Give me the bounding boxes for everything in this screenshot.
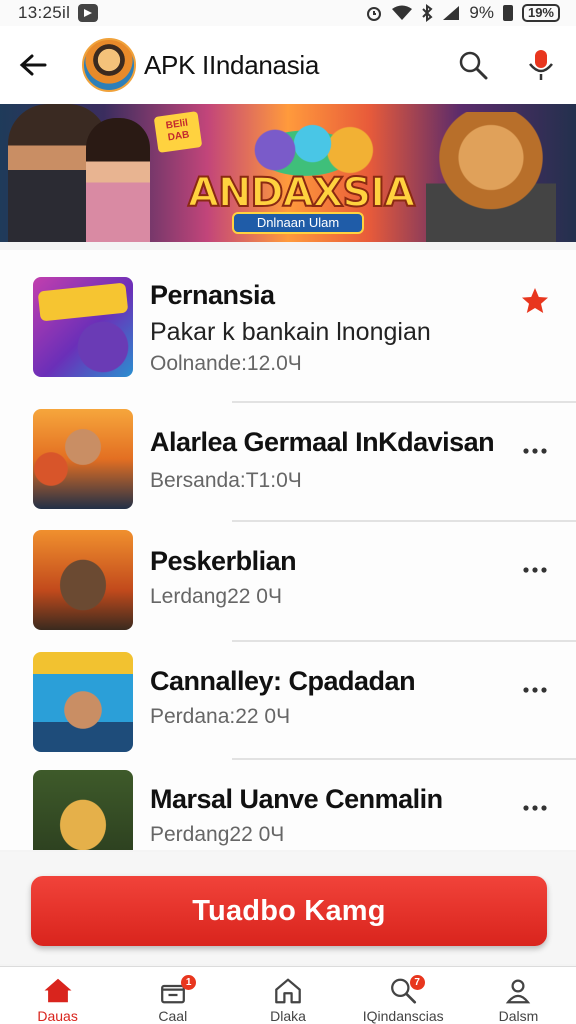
more-options-button[interactable] — [522, 680, 548, 700]
list-item[interactable]: Alarlea Germaal InKdavisan Bersanda:Т1:0… — [0, 403, 576, 522]
app-description: Pakar k bankain lnongian — [150, 318, 431, 346]
app-title: Alarlea Germaal InKdavisan — [150, 427, 495, 457]
app-thumbnail — [33, 409, 133, 509]
search-button[interactable] — [456, 48, 490, 82]
nav-label: Dalsm — [498, 1008, 539, 1024]
nav-badge: 1 — [181, 975, 197, 990]
more-options-button[interactable] — [522, 441, 548, 461]
star-icon — [522, 288, 548, 313]
list-item[interactable]: Cannalley: Cpadadan Perdana:22 0Ч — [0, 642, 576, 760]
wifi-icon — [392, 5, 413, 20]
nav-label: Dlaka — [270, 1008, 306, 1024]
more-icon — [523, 567, 547, 573]
bluetooth-icon — [422, 4, 433, 22]
mic-alert-icon — [529, 50, 553, 80]
signal-icon — [443, 6, 460, 20]
app-avatar — [82, 38, 136, 92]
nav-label: IQindanscias — [362, 1008, 444, 1024]
list-item[interactable]: Pernansia Pakar k bankain lnongian Oolna… — [0, 250, 576, 403]
more-options-button[interactable] — [522, 798, 548, 818]
app-meta: Perdana:22 0Ч — [150, 705, 291, 728]
app-meta: Lerdang22 0Ч — [150, 585, 282, 608]
nav-badge: 7 — [409, 975, 425, 990]
nav-item-profile[interactable]: Dalsm — [461, 967, 576, 1024]
search-icon — [459, 51, 488, 80]
status-bar: 13:25il 9% 19% — [0, 0, 576, 26]
signal-percent: 9% — [469, 3, 494, 22]
app-meta: Bersanda:Т1:0Ч — [150, 469, 302, 492]
nav-item-home[interactable]: Dauas — [0, 967, 115, 1024]
banner-cat-character — [426, 112, 556, 242]
home-icon — [44, 978, 72, 1003]
back-button[interactable] — [18, 50, 48, 80]
list-item[interactable]: Marsal Uanve Cenmalin Perdang22 0Ч — [0, 760, 576, 850]
banner-tag: BElil DAB — [153, 111, 203, 153]
nav-item-store[interactable]: 1 Caal — [115, 967, 230, 1024]
bottom-nav: Dauas 1 Caal Dlaka 7 IQindanscias Dalsm — [0, 966, 576, 1024]
app-thumbnail — [33, 277, 133, 377]
app-list: Pernansia Pakar k bankain lnongian Oolna… — [0, 250, 576, 850]
banner-subtitle: Dnlnaan Ulam — [232, 212, 364, 234]
back-arrow-icon — [19, 54, 47, 76]
list-item[interactable]: Peskerblian Lerdang22 0Ч — [0, 522, 576, 642]
notification-button[interactable] — [524, 48, 558, 82]
banner-character-woman — [86, 118, 150, 242]
more-icon — [523, 687, 547, 693]
more-options-button[interactable] — [522, 560, 548, 580]
more-icon — [523, 805, 547, 811]
more-icon — [523, 448, 547, 454]
cta-area: Tuadbo Kamg — [0, 852, 576, 964]
alarm-icon — [367, 7, 382, 21]
app-thumbnail — [33, 770, 133, 850]
page-title: APK IIndanasia — [144, 49, 320, 80]
nav-item-search[interactable]: 7 IQindanscias — [346, 967, 461, 1024]
app-meta: Oolnande:12.0Ч — [150, 352, 302, 375]
app-thumbnail — [33, 530, 133, 630]
app-meta: Perdang22 0Ч — [150, 823, 285, 846]
app-title: Peskerblian — [150, 546, 297, 576]
app-bar: APK IIndanasia — [0, 26, 576, 104]
banner-logo: ANDAXSIA — [187, 169, 416, 217]
nav-item-library[interactable]: Dlaka — [230, 967, 345, 1024]
promo-banner[interactable]: BElil DAB ANDAXSIA Dnlnaan Ulam — [0, 104, 576, 242]
nav-label: Dauas — [37, 1008, 78, 1024]
favorite-button[interactable] — [520, 286, 550, 316]
house-outline-icon — [275, 978, 301, 1004]
app-title: Pernansia — [150, 280, 275, 310]
battery-indicator: 19% — [521, 4, 560, 22]
notification-icon — [78, 4, 99, 22]
app-title: Cannalley: Cpadadan — [150, 666, 416, 696]
status-time: 13:25il — [18, 3, 71, 22]
profile-icon — [506, 979, 531, 1004]
app-thumbnail — [33, 652, 133, 752]
primary-action-button[interactable]: Tuadbo Kamg — [31, 876, 547, 946]
nav-label: Caal — [158, 1008, 188, 1024]
app-title: Marsal Uanve Cenmalin — [150, 784, 443, 814]
sim-icon — [502, 5, 513, 21]
